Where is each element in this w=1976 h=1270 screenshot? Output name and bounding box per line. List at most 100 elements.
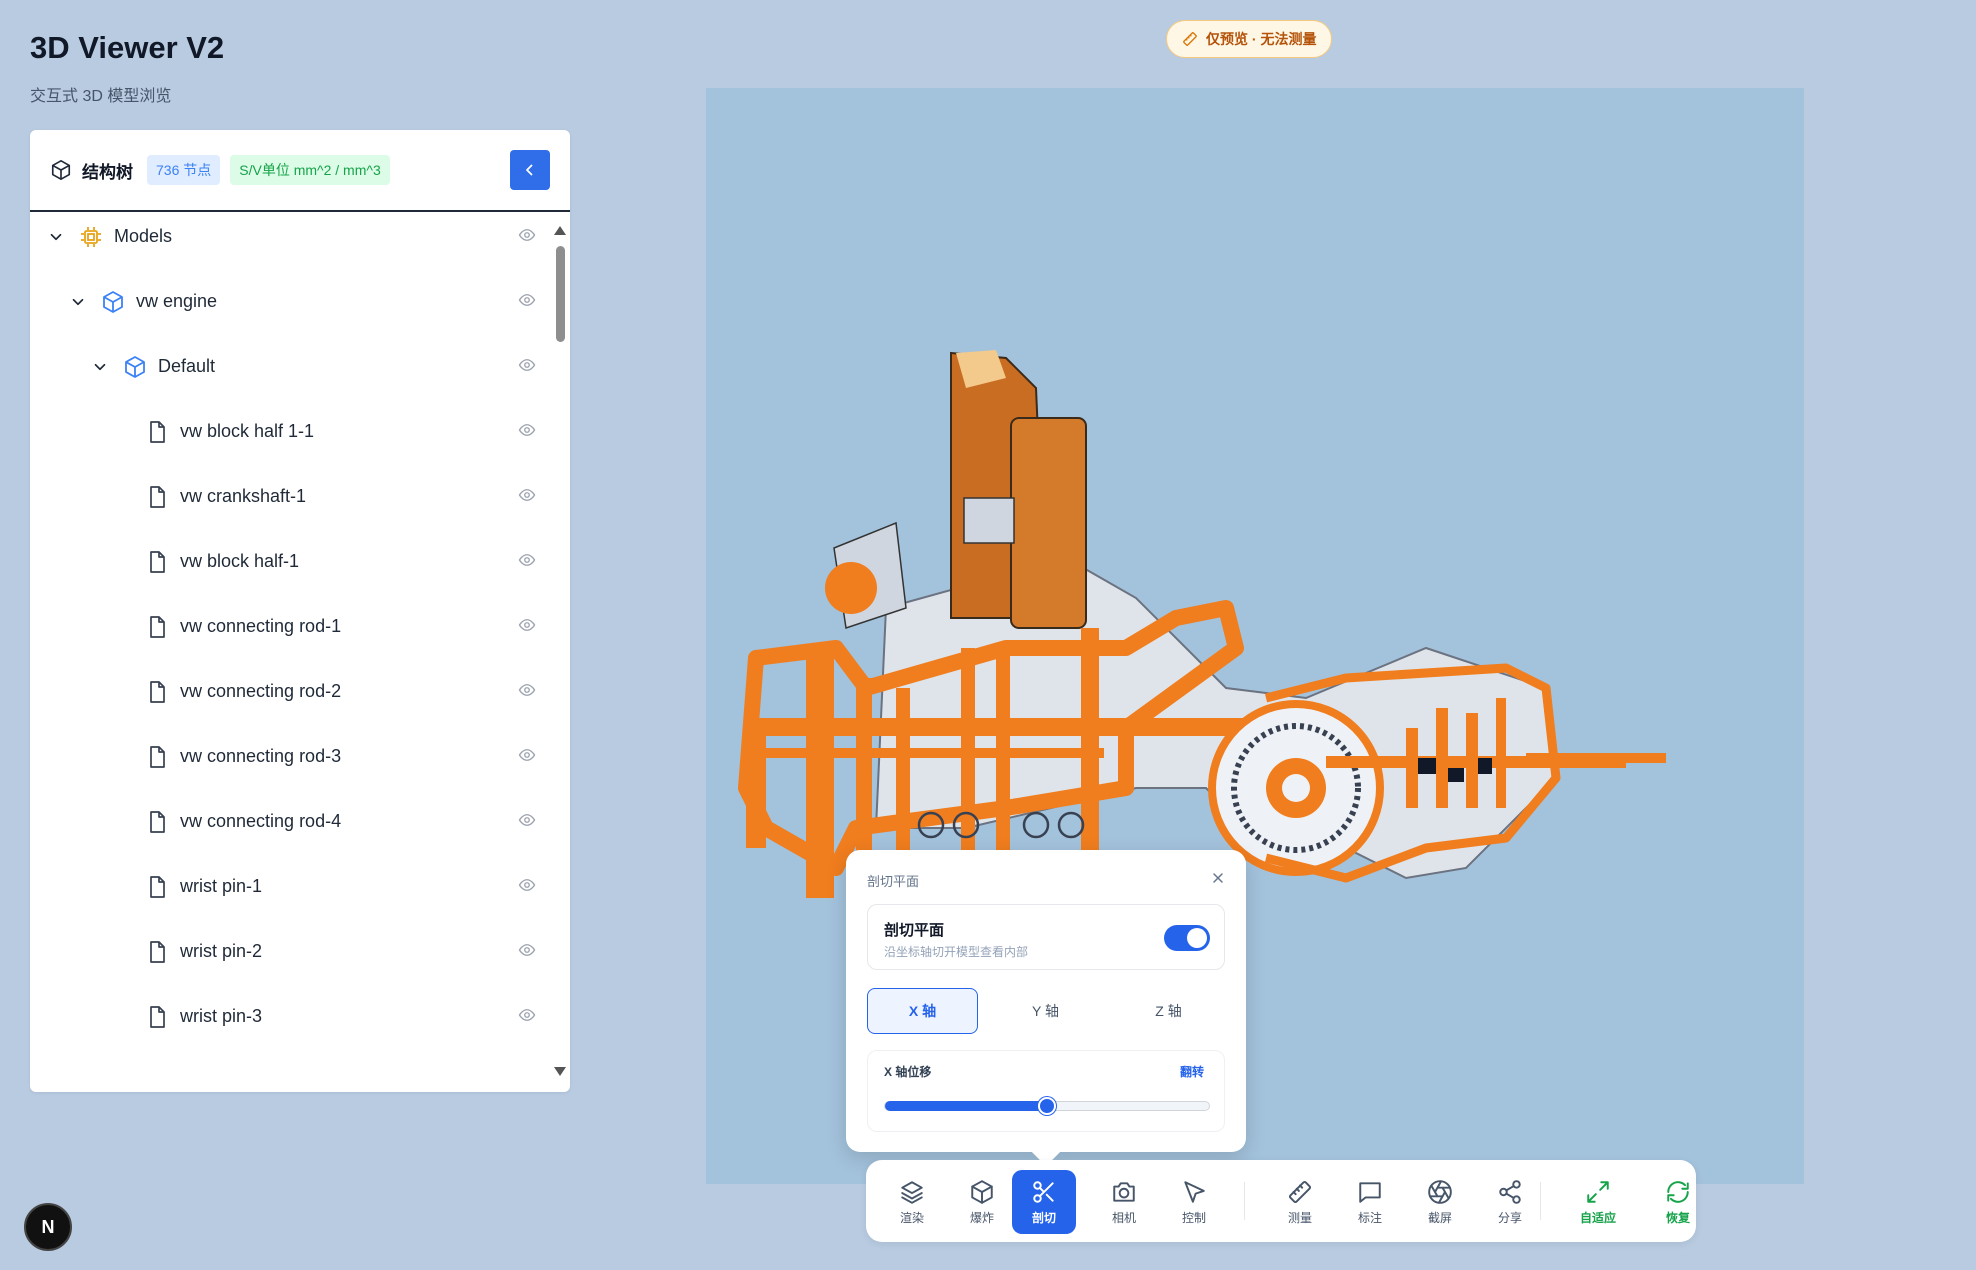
file-icon bbox=[144, 939, 170, 965]
comment-icon bbox=[1359, 1181, 1381, 1203]
app-title: 3D Viewer V2 bbox=[30, 30, 225, 65]
cursor-icon bbox=[1184, 1180, 1205, 1203]
flip-button[interactable]: 翻转 bbox=[1180, 1063, 1204, 1080]
eye-icon[interactable] bbox=[518, 421, 538, 441]
tree-row[interactable]: wrist pin-2 bbox=[30, 919, 544, 984]
tree-row-label: wrist pin-1 bbox=[180, 876, 263, 896]
layers-icon bbox=[901, 1180, 923, 1204]
tree-row[interactable]: vw connecting rod-2 bbox=[30, 659, 544, 724]
tree-row[interactable]: Models bbox=[30, 212, 544, 269]
toolbar-button[interactable]: 剖切 bbox=[1012, 1170, 1076, 1234]
app-subtitle: 交互式 3D 模型浏览 bbox=[30, 88, 172, 105]
toolbar-button[interactable]: 标注 bbox=[1338, 1170, 1402, 1234]
toolbar-button[interactable]: 渲染 bbox=[880, 1170, 944, 1234]
eye-icon[interactable] bbox=[518, 291, 538, 311]
section-plane-popup: 剖切平面 剖切平面 沿坐标轴切开模型查看内部 X 轴 Y 轴 Z 轴 X 轴位移… bbox=[846, 850, 1246, 1167]
toolbar-button[interactable]: 相机 bbox=[1092, 1170, 1156, 1234]
scroll-up-arrow[interactable] bbox=[554, 226, 566, 235]
node-count-badge: 736 节点 bbox=[147, 155, 221, 185]
file-icon bbox=[144, 614, 170, 640]
offset-slider[interactable] bbox=[884, 1097, 1210, 1115]
tree-row[interactable]: vw connecting rod-3 bbox=[30, 724, 544, 789]
eye-icon[interactable] bbox=[518, 551, 538, 571]
tree-row[interactable]: wrist pin-3 bbox=[30, 984, 544, 1049]
toolbar-button[interactable]: 爆炸 bbox=[950, 1170, 1014, 1234]
structure-tree-panel: 结构树 736 节点 S/V单位 mm^2 / mm^3 Models vw en… bbox=[30, 130, 570, 1092]
toolbar-button[interactable]: 截屏 bbox=[1408, 1170, 1472, 1234]
eye-icon[interactable] bbox=[518, 681, 538, 701]
expand-icon bbox=[1587, 1180, 1609, 1203]
tree-row-label: vw block half-1 bbox=[180, 551, 300, 571]
chevron-down-icon[interactable] bbox=[68, 292, 88, 312]
tree-row[interactable]: wrist pin-1 bbox=[30, 854, 544, 919]
eye-icon[interactable] bbox=[518, 226, 538, 246]
toolbar-button[interactable]: 恢复 bbox=[1646, 1170, 1710, 1234]
scroll-thumb[interactable] bbox=[556, 246, 565, 342]
eye-icon[interactable] bbox=[518, 356, 538, 376]
tree-row-label: wrist pin-2 bbox=[180, 941, 263, 961]
axis-tab-z[interactable]: Z 轴 bbox=[1113, 988, 1224, 1034]
cube-icon bbox=[100, 289, 126, 315]
toolbar-button-label: 控制 bbox=[1181, 1210, 1206, 1225]
eye-icon[interactable] bbox=[518, 941, 538, 961]
eye-icon[interactable] bbox=[518, 1006, 538, 1026]
eye-icon[interactable] bbox=[518, 746, 538, 766]
file-icon bbox=[144, 419, 170, 445]
axis-tab-y[interactable]: Y 轴 bbox=[990, 988, 1101, 1034]
tree-title: 结构树 bbox=[82, 162, 133, 182]
toggle-title: 剖切平面 bbox=[884, 922, 945, 939]
tree-row[interactable]: vw connecting rod-1 bbox=[30, 594, 544, 659]
toolbar-button-label: 截屏 bbox=[1427, 1210, 1452, 1225]
tree-row[interactable]: vw connecting rod-4 bbox=[30, 789, 544, 854]
toolbar-button[interactable]: 控制 bbox=[1162, 1170, 1226, 1234]
tree-row-label: vw engine bbox=[136, 291, 218, 311]
toolbar-button[interactable]: 自适应 bbox=[1566, 1170, 1630, 1234]
toolbar-button-label: 分享 bbox=[1497, 1210, 1522, 1225]
tree-row[interactable]: vw crankshaft-1 bbox=[30, 464, 544, 529]
toolbar-button[interactable]: 测量 bbox=[1268, 1170, 1332, 1234]
toolbar-button[interactable]: 分享 bbox=[1478, 1170, 1542, 1234]
chevron-down-icon[interactable] bbox=[46, 227, 66, 247]
preview-only-chip: 仅预览 · 无法测量 bbox=[1166, 20, 1333, 58]
section-toggle-switch[interactable] bbox=[1164, 925, 1210, 951]
tree-row-label: wrist pin-3 bbox=[180, 1006, 263, 1026]
tree-row-label: vw block half 1-1 bbox=[180, 421, 315, 441]
eye-icon[interactable] bbox=[518, 811, 538, 831]
collapse-panel-button[interactable] bbox=[510, 150, 550, 190]
file-icon bbox=[144, 484, 170, 510]
tree-row[interactable]: vw block half 1-1 bbox=[30, 399, 544, 464]
eye-icon[interactable] bbox=[518, 486, 538, 506]
slider-thumb[interactable] bbox=[1038, 1097, 1056, 1115]
toolbar-button-label: 爆炸 bbox=[969, 1210, 994, 1225]
file-icon bbox=[144, 744, 170, 770]
scroll-down-arrow[interactable] bbox=[554, 1067, 566, 1076]
tree-row-label: vw crankshaft-1 bbox=[180, 486, 307, 506]
eye-icon[interactable] bbox=[518, 616, 538, 636]
camera-icon bbox=[1113, 1181, 1135, 1202]
eye-icon[interactable] bbox=[518, 876, 538, 896]
toggle-subtitle: 沿坐标轴切开模型查看内部 bbox=[884, 945, 1029, 959]
toolbar-button-label: 渲染 bbox=[899, 1210, 924, 1225]
tree-row[interactable]: vw engine bbox=[30, 269, 544, 334]
next-devtools-badge[interactable]: N bbox=[24, 1203, 72, 1251]
tree-row[interactable]: vw block half-1 bbox=[30, 529, 544, 594]
chevron-down-icon[interactable] bbox=[90, 357, 110, 377]
tree-scrollbar[interactable] bbox=[548, 212, 570, 1090]
popup-title: 剖切平面 bbox=[867, 874, 920, 889]
slider-fill bbox=[885, 1101, 1047, 1111]
tree-row-label: vw connecting rod-3 bbox=[180, 746, 342, 766]
close-icon[interactable] bbox=[1210, 870, 1226, 886]
ruler-icon bbox=[1288, 1180, 1312, 1203]
tree-row[interactable]: Default bbox=[30, 334, 544, 399]
axis-tab-x[interactable]: X 轴 bbox=[867, 988, 978, 1034]
file-icon bbox=[144, 874, 170, 900]
toolbar-button-label: 剖切 bbox=[1031, 1210, 1056, 1225]
